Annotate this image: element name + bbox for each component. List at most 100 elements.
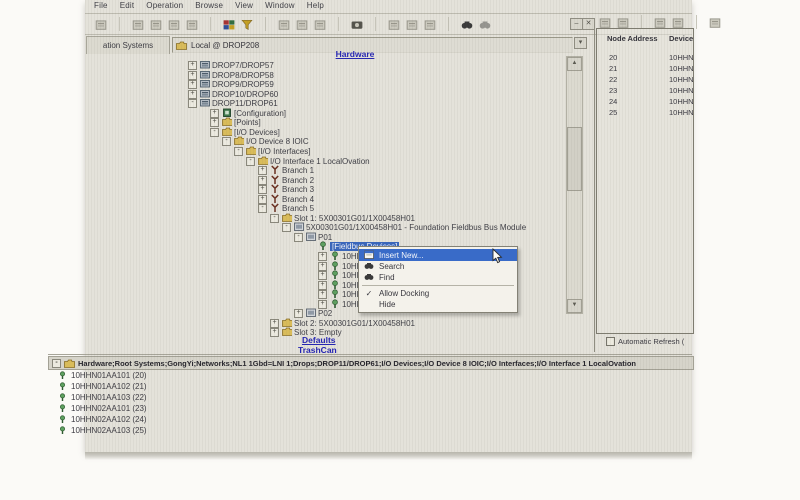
- expand-toggle-icon[interactable]: +: [258, 176, 267, 185]
- binoculars-icon[interactable]: [460, 17, 474, 31]
- tree-item-label[interactable]: Slot 1: 5X00301G01/1X00458H01: [294, 214, 415, 223]
- menu-edit[interactable]: Edit: [114, 1, 141, 10]
- paste-icon[interactable]: [185, 17, 199, 31]
- cut-icon[interactable]: [149, 17, 163, 31]
- tree-item-label[interactable]: Branch 2: [282, 176, 314, 185]
- device-cell[interactable]: 10HHN02AA103: [669, 108, 694, 117]
- device-cell[interactable]: 10HHN02AA102: [669, 97, 694, 106]
- expand-toggle-icon[interactable]: +: [318, 271, 327, 280]
- tree-root-hardware[interactable]: Hardware: [300, 49, 410, 59]
- tree-item-label[interactable]: DROP9/DROP59: [212, 80, 274, 89]
- dock-device-item[interactable]: 10HHN01AA101 (20): [58, 371, 147, 381]
- filter-icon[interactable]: [240, 17, 254, 31]
- palette-icon[interactable]: [222, 17, 236, 31]
- expand-toggle-icon[interactable]: +: [188, 90, 197, 99]
- expand-toggle-icon[interactable]: -: [294, 233, 303, 242]
- print-icon[interactable]: [94, 17, 108, 31]
- expand-toggle-icon[interactable]: +: [318, 300, 327, 309]
- expand-toggle-icon[interactable]: +: [188, 80, 197, 89]
- window-icon[interactable]: [653, 15, 667, 29]
- delete-icon[interactable]: [405, 17, 419, 31]
- expand-toggle-icon[interactable]: +: [210, 118, 219, 127]
- context-menu-item-find[interactable]: Find: [359, 272, 517, 283]
- grid-icon[interactable]: [598, 15, 612, 29]
- expand-toggle-icon[interactable]: +: [188, 61, 197, 70]
- export-icon[interactable]: [295, 17, 309, 31]
- checkbox-icon[interactable]: [606, 337, 615, 346]
- expand-toggle-icon[interactable]: -: [282, 223, 291, 232]
- automatic-refresh-checkbox[interactable]: Automatic Refresh (: [606, 337, 692, 346]
- tree-item-label[interactable]: Slot 2: 5X00301G01/1X00458H01: [294, 319, 415, 328]
- panel-splitter[interactable]: [594, 26, 595, 352]
- dock-device-item[interactable]: 10HHN02AA101 (23): [58, 404, 147, 414]
- dock-device-item[interactable]: 10HHN01AA102 (21): [58, 382, 147, 392]
- node-address-cell[interactable]: 22: [609, 75, 617, 84]
- menu-operation[interactable]: Operation: [140, 1, 189, 10]
- tree-item-label[interactable]: Branch 3: [282, 185, 314, 194]
- tree-item-label[interactable]: 5X00301G01/1X00458H01 - Foundation Field…: [306, 223, 526, 232]
- expand-toggle-icon[interactable]: -: [246, 157, 255, 166]
- expand-toggle-icon[interactable]: -: [234, 147, 243, 156]
- context-menu-item-hide[interactable]: Hide: [359, 299, 517, 310]
- tree-item-label[interactable]: [Configuration]: [234, 109, 286, 118]
- expand-toggle-icon[interactable]: -: [210, 128, 219, 137]
- binoculars-light-icon[interactable]: [478, 17, 492, 31]
- scroll-up-icon[interactable]: ▲: [567, 57, 582, 71]
- node-address-cell[interactable]: 25: [609, 108, 617, 117]
- duplicate-icon[interactable]: [313, 17, 327, 31]
- expand-toggle-icon[interactable]: +: [270, 319, 279, 328]
- expand-toggle-icon[interactable]: +: [210, 109, 219, 118]
- expand-toggle-icon[interactable]: -: [270, 214, 279, 223]
- scrollbar-thumb[interactable]: [567, 127, 582, 191]
- device-cell[interactable]: 10HHN01AA103: [669, 75, 694, 84]
- tree-scrollbar[interactable]: ▲ ▼: [566, 56, 583, 314]
- device-cell[interactable]: 10HHN01AA101: [669, 53, 694, 62]
- collapse-icon[interactable]: -: [52, 359, 61, 368]
- scroll-down-icon[interactable]: ▼: [567, 299, 582, 313]
- menu-window[interactable]: Window: [259, 1, 301, 10]
- menu-view[interactable]: View: [229, 1, 259, 10]
- expand-toggle-icon[interactable]: -: [258, 204, 267, 213]
- expand-toggle-icon[interactable]: +: [318, 281, 327, 290]
- tree-item-label[interactable]: I/O Interface 1 LocalOvation: [270, 157, 370, 166]
- node-address-cell[interactable]: 24: [609, 97, 617, 106]
- combo-dropdown-button[interactable]: ▾: [574, 37, 587, 49]
- tree-item-label[interactable]: DROP8/DROP58: [212, 71, 274, 80]
- node-address-cell[interactable]: 23: [609, 86, 617, 95]
- close-icon[interactable]: [708, 15, 722, 29]
- window2-icon[interactable]: [671, 15, 685, 29]
- expand-toggle-icon[interactable]: -: [188, 99, 197, 108]
- device-cell[interactable]: 10HHN02AA101: [669, 86, 694, 95]
- context-menu-item-allow-docking[interactable]: ✓Allow Docking: [359, 288, 517, 299]
- expand-toggle-icon[interactable]: +: [258, 166, 267, 175]
- tab-systems[interactable]: ation Systems: [86, 36, 170, 54]
- dock-device-item[interactable]: 10HHN01AA103 (22): [58, 393, 147, 403]
- device-cell[interactable]: 10HHN01AA102: [669, 64, 694, 73]
- copy-icon[interactable]: [167, 17, 181, 31]
- expand-toggle-icon[interactable]: +: [294, 309, 303, 318]
- menu-file[interactable]: File: [88, 1, 114, 10]
- expand-toggle-icon[interactable]: +: [188, 71, 197, 80]
- expand-toggle-icon[interactable]: +: [258, 185, 267, 194]
- expand-toggle-icon[interactable]: +: [270, 328, 279, 337]
- expand-toggle-icon[interactable]: +: [318, 252, 327, 261]
- tree-item-label[interactable]: Branch 4: [282, 195, 314, 204]
- menu-help[interactable]: Help: [301, 1, 330, 10]
- expand-toggle-icon[interactable]: -: [222, 137, 231, 146]
- snapshot-icon[interactable]: [350, 17, 364, 31]
- undo-icon[interactable]: [131, 17, 145, 31]
- expand-toggle-icon[interactable]: +: [318, 262, 327, 271]
- tree-item-label[interactable]: P02: [318, 309, 332, 318]
- menu-browse[interactable]: Browse: [189, 1, 229, 10]
- import-icon[interactable]: [277, 17, 291, 31]
- tree-item-label[interactable]: Branch 1: [282, 166, 314, 175]
- tree-root-defaults[interactable]: Defaults: [302, 335, 336, 345]
- node-address-cell[interactable]: 20: [609, 53, 617, 62]
- expand-toggle-icon[interactable]: +: [258, 195, 267, 204]
- tree-item-label[interactable]: DROP10/DROP60: [212, 90, 278, 99]
- tree-item-label[interactable]: DROP7/DROP57: [212, 61, 274, 70]
- expand-toggle-icon[interactable]: +: [318, 290, 327, 299]
- tree-item-label[interactable]: [Points]: [234, 118, 261, 127]
- dock-panel-header[interactable]: - Hardware;Root Systems;GongYi;Networks;…: [48, 356, 694, 370]
- select-frame-icon[interactable]: [387, 17, 401, 31]
